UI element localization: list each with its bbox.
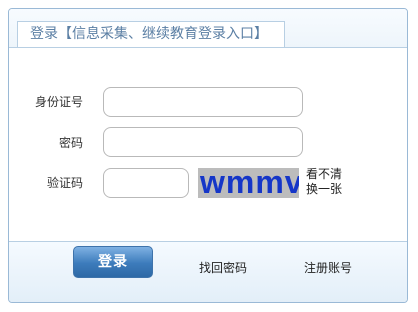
login-button[interactable]: 登录: [73, 246, 153, 278]
captcha-image-text: wmmv: [200, 168, 299, 198]
captcha-image[interactable]: wmmv: [198, 168, 299, 198]
register-account-link[interactable]: 注册账号: [304, 260, 352, 276]
id-number-label: 身份证号: [34, 95, 83, 109]
refresh-captcha-link[interactable]: 看不清 换一张: [306, 167, 354, 197]
title-bar: 登录【信息采集、继续教育登录入口】: [9, 9, 407, 48]
refresh-captcha-line2: 换一张: [306, 182, 343, 196]
refresh-captcha-line1: 看不清: [306, 167, 343, 181]
action-footer: 登录 找回密码 注册账号: [9, 241, 407, 302]
password-label: 密码: [58, 136, 83, 150]
captcha-label: 验证码: [46, 176, 83, 190]
id-number-input[interactable]: [103, 87, 303, 117]
forgot-password-link[interactable]: 找回密码: [199, 260, 247, 276]
login-panel: 登录【信息采集、继续教育登录入口】 身份证号 密码 验证码 wmmv 看不清 换…: [8, 8, 408, 303]
password-input[interactable]: [103, 127, 303, 157]
captcha-input[interactable]: [103, 168, 189, 198]
panel-title: 登录【信息采集、继续教育登录入口】: [17, 21, 285, 47]
